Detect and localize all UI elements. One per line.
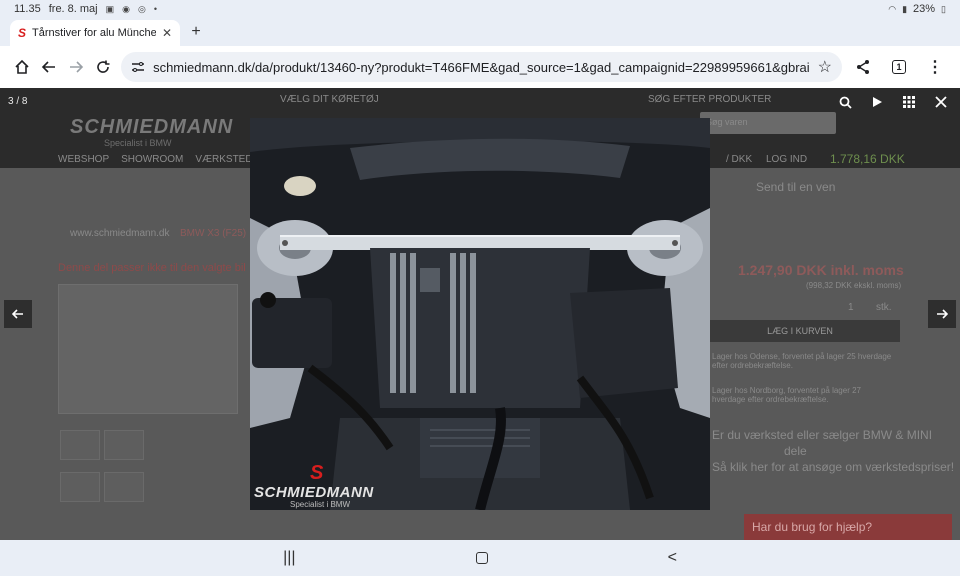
zoom-button[interactable] xyxy=(834,92,856,112)
watermark-logo-sub: Specialist i BMW xyxy=(290,500,351,509)
forward-button[interactable] xyxy=(63,50,90,84)
product-thumbnail[interactable] xyxy=(104,472,144,502)
browser-menu-button[interactable]: ⋮ xyxy=(918,50,952,84)
tab-strip: S Tårnstiver for alu Münche ✕ + xyxy=(0,18,960,46)
reload-button[interactable] xyxy=(90,50,117,84)
share-button[interactable] xyxy=(846,50,880,84)
login-link[interactable]: LOG IND xyxy=(766,154,807,165)
previous-image-button[interactable] xyxy=(4,300,32,328)
status-date: fre. 8. maj xyxy=(48,3,98,15)
star-icon[interactable]: ☆ xyxy=(818,57,832,77)
lightbox-toolbar xyxy=(834,92,952,112)
workshop-promo-line2: dele xyxy=(784,444,807,458)
product-thumbnail[interactable] xyxy=(104,430,144,460)
browser-tab[interactable]: S Tårnstiver for alu Münche ✕ xyxy=(10,20,180,46)
close-icon xyxy=(935,96,947,108)
brand-mark: S xyxy=(310,462,324,484)
slideshow-button[interactable] xyxy=(866,92,888,112)
next-image-button[interactable] xyxy=(928,300,956,328)
image-counter: 3 / 8 xyxy=(8,96,28,107)
back-button[interactable] xyxy=(35,50,62,84)
send-to-friend-label: Send til en ven xyxy=(756,180,836,194)
system-nav-bar: ||| < xyxy=(0,540,960,576)
product-main-image[interactable] xyxy=(58,284,238,414)
tab-switcher-button[interactable]: 1 xyxy=(882,50,916,84)
kebab-menu-icon: ⋮ xyxy=(927,59,944,76)
stock-odense: Lager hos Odense, forventet på lager 25 … xyxy=(712,352,892,370)
notification-dot-icon: ◉ xyxy=(122,3,130,14)
price-excl-vat: (998,32 DKK ekskl. moms) xyxy=(806,281,902,290)
battery-icon: ▯ xyxy=(941,3,946,14)
currency-label[interactable]: / DKK xyxy=(726,154,752,165)
choose-car-label[interactable]: VÆLG DIT KØRETØJ xyxy=(280,94,379,105)
nav-webshop[interactable]: WEBSHOP xyxy=(58,154,109,165)
help-chat-button[interactable]: Har du brug for hjælp? xyxy=(744,514,952,540)
nav-showroom[interactable]: SHOWROOM xyxy=(121,154,183,165)
site-settings-icon[interactable] xyxy=(131,60,145,74)
tab-close-icon[interactable]: ✕ xyxy=(162,26,172,40)
workshop-promo-line1: Er du værksted eller sælger BMW & MINI xyxy=(712,428,933,442)
breadcrumb-model[interactable]: BMW X3 (F25) xyxy=(180,228,246,239)
workshop-promo-line3[interactable]: Så klik her for at ansøge om værkstedspr… xyxy=(712,460,954,474)
quantity-unit: stk. xyxy=(876,302,892,313)
close-lightbox-button[interactable] xyxy=(930,92,952,112)
status-time: 11.35 xyxy=(14,3,41,15)
magnifier-icon xyxy=(839,96,852,109)
product-photo-engine-bay[interactable]: S SCHMIEDMANN Specialist i BMW xyxy=(250,118,710,510)
cart-total[interactable]: 1.778,16 DKK xyxy=(830,152,905,166)
home-icon xyxy=(15,59,29,74)
breadcrumb-site[interactable]: www.schmiedmann.dk xyxy=(70,228,169,239)
product-thumbnail[interactable] xyxy=(60,472,100,502)
tab-title: Tårnstiver for alu Münche xyxy=(32,27,156,39)
notification-icon: ◎ xyxy=(138,3,146,14)
engine-bay-illustration xyxy=(250,118,710,510)
status-bar: 11.35 fre. 8. maj ▣ ◉ ◎ • ◠ ▮ 23% ▯ xyxy=(0,0,960,18)
search-products-label: SØG EFTER PRODUKTER xyxy=(648,94,772,105)
wifi-icon: ◠ xyxy=(888,3,897,14)
grid-icon xyxy=(903,96,915,108)
address-bar[interactable]: schmiedmann.dk/da/produkt/13460-ny?produ… xyxy=(121,52,843,82)
quantity-input[interactable]: 1 xyxy=(848,302,854,313)
nav-workshop[interactable]: VÆRKSTED xyxy=(195,154,252,165)
new-tab-button[interactable]: + xyxy=(186,22,206,42)
site-favicon-icon: S xyxy=(18,26,27,40)
browser-toolbar: schmiedmann.dk/da/produkt/13460-ny?produ… xyxy=(0,46,960,88)
reload-icon xyxy=(97,60,110,73)
watermark-logo: SCHMIEDMANN xyxy=(254,484,374,501)
back-nav-button[interactable]: < xyxy=(668,549,677,567)
arrow-right-icon xyxy=(70,61,84,73)
arrow-right-icon xyxy=(937,309,948,319)
product-thumbnail[interactable] xyxy=(60,430,100,460)
arrow-left-icon xyxy=(12,309,23,319)
product-price: 1.247,90 DKK inkl. moms xyxy=(738,262,904,278)
product-search-input[interactable]: Søg varen xyxy=(700,112,836,134)
gallery-notification-icon: ▣ xyxy=(105,3,115,14)
url-text: schmiedmann.dk/da/produkt/13460-ny?produ… xyxy=(153,59,810,75)
site-logo-sub: Specialist i BMW xyxy=(104,138,172,148)
tab-count: 1 xyxy=(892,60,907,74)
battery-level: 23% xyxy=(913,3,936,15)
home-button[interactable] xyxy=(8,50,35,84)
web-page: SCHMIEDMANN Specialist i BMW VÆLG DIT KØ… xyxy=(0,88,960,540)
fitment-warning: Denne del passer ikke til den valgte bil xyxy=(58,262,246,274)
recent-apps-button[interactable]: ||| xyxy=(283,549,295,567)
signal-icon: ▮ xyxy=(902,3,908,14)
add-to-cart-button[interactable]: LÆG I KURVEN xyxy=(700,320,900,342)
share-icon xyxy=(857,60,870,74)
arrow-left-icon xyxy=(41,61,55,73)
play-icon xyxy=(873,97,882,107)
stock-nordborg: Lager hos Nordborg, forventet på lager 2… xyxy=(712,386,861,404)
site-logo[interactable]: SCHMIEDMANN xyxy=(70,116,233,139)
thumbnails-button[interactable] xyxy=(898,92,920,112)
more-notifications-icon: • xyxy=(153,4,158,14)
home-nav-button[interactable] xyxy=(475,552,488,564)
site-nav: WEBSHOP SHOWROOM VÆRKSTED xyxy=(58,154,253,165)
